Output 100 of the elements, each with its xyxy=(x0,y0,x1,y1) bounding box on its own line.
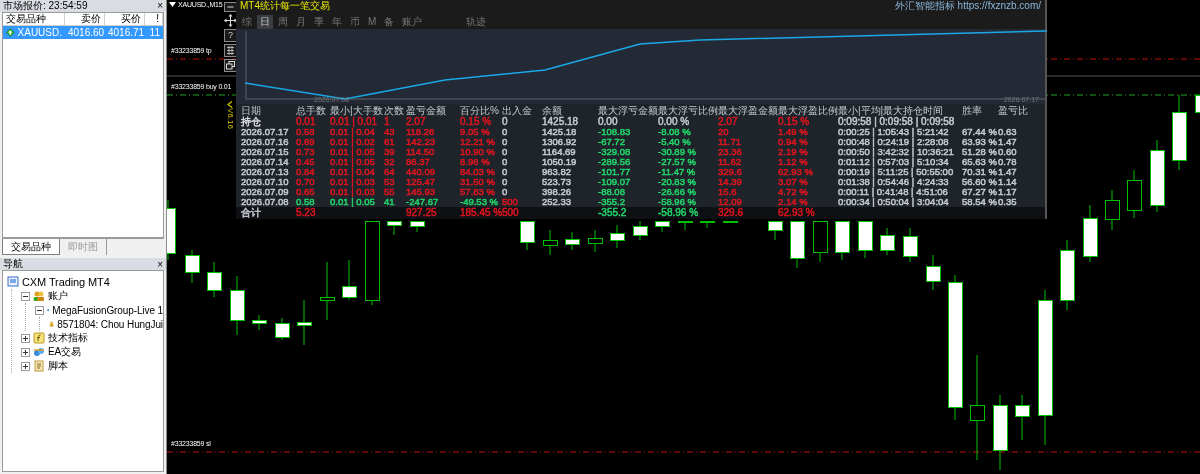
column-header: 胜率 xyxy=(962,105,983,117)
table-cell-text: -20.83 % xyxy=(658,177,698,187)
version-label: V6.16 xyxy=(226,108,235,129)
column-header: 盈亏金额 xyxy=(406,105,447,117)
table-cell-text: 2026.07.16 xyxy=(241,137,290,147)
table-cell-text: 0 xyxy=(502,177,509,187)
table-cell-text: -355.2 xyxy=(598,197,626,207)
table-cell-text: 927.25 xyxy=(406,207,438,219)
candlestick xyxy=(813,220,828,263)
collapse-chevron-icon[interactable] xyxy=(227,101,233,108)
column-header: 次数 xyxy=(384,105,405,117)
period-tab[interactable]: 日 xyxy=(257,15,273,29)
table-cell-text: 2026.07.15 xyxy=(241,147,290,157)
period-tab[interactable]: 周 xyxy=(275,15,291,29)
period-tab[interactable]: 年 xyxy=(329,15,345,29)
candlestick xyxy=(1195,95,1200,113)
period-tab[interactable]: 轨迹 xyxy=(463,15,490,29)
candlestick xyxy=(655,220,670,233)
table-cell-text: 0:00:25 | 1:05:43 | 5:21:42 xyxy=(838,127,950,137)
table-cell-text: 0.65 xyxy=(296,187,316,197)
table-cell-text: -88.08 xyxy=(598,187,626,197)
tree-item[interactable]: EA交易 xyxy=(48,345,81,359)
tree-item[interactable]: 账户 xyxy=(48,289,68,303)
period-tab[interactable]: 备 xyxy=(381,15,398,29)
period-tab[interactable]: 账户 xyxy=(399,15,426,29)
candlestick xyxy=(167,199,176,261)
table-cell-text: 1306.92 xyxy=(542,137,578,147)
table-cell-text: 1425.18 xyxy=(542,117,580,127)
grid-icon[interactable] xyxy=(224,44,237,57)
table-cell-text: 329.6 xyxy=(718,167,743,177)
column-header: 最大浮亏比例 xyxy=(658,105,718,117)
table-cell-text: -11.47 % xyxy=(658,167,697,177)
panel-title: 导航 xyxy=(3,257,23,271)
candlestick xyxy=(588,229,603,253)
panel-tab[interactable]: 交易品种 xyxy=(2,239,60,255)
restore-icon[interactable] xyxy=(224,59,237,72)
table-cell-text: 0 xyxy=(502,157,509,167)
table-cell-text: 0:01:12 | 0:57:03 | 5:10:34 xyxy=(838,157,950,167)
period-tab[interactable]: M xyxy=(365,15,380,29)
collapse-toggle[interactable] xyxy=(35,305,44,315)
candlestick xyxy=(207,261,222,298)
table-cell-text: 1.47 xyxy=(998,167,1018,177)
table-cell-text: 9.05 % xyxy=(460,127,491,137)
candlestick xyxy=(1105,189,1120,231)
candlestick xyxy=(1127,169,1142,219)
tree-item[interactable]: 8571804: Chou HungJui xyxy=(57,318,163,330)
panel-title: MT4统计每一笔交易 xyxy=(240,0,330,13)
table-cell-text: 0:00:34 | 0:50:04 | 3:04:04 xyxy=(838,197,950,207)
table-cell-text: 0.15 % xyxy=(460,117,493,127)
table-cell-text: 0.01 xyxy=(296,117,317,127)
minimize-icon[interactable] xyxy=(224,2,237,12)
table-cell-text: -108.83 xyxy=(598,127,632,137)
table-cell-text: 2.07 xyxy=(718,117,739,127)
table-cell-text: 0.78 xyxy=(998,157,1018,167)
table-cell-text: 4.72 % xyxy=(778,187,809,197)
table-cell-text: 2.07 xyxy=(406,117,427,127)
table-cell: 58.54 % xyxy=(962,197,998,207)
table-cell-text: 1.17 xyxy=(998,187,1018,197)
table-cell-text: 2026.07.08 xyxy=(241,197,290,207)
expand-toggle[interactable] xyxy=(21,347,30,357)
table-cell-text: 1.47 xyxy=(998,137,1018,147)
close-button[interactable]: × xyxy=(157,1,163,11)
tree-item[interactable]: 技术指标 xyxy=(48,331,88,345)
expand-toggle[interactable] xyxy=(21,333,30,343)
period-tab[interactable]: 币 xyxy=(347,15,363,29)
close-button[interactable]: × xyxy=(157,258,163,270)
table-cell-text: 142.23 xyxy=(406,137,437,147)
tree-item[interactable]: CXM Trading MT4 xyxy=(22,276,110,288)
table-cell-text: 0.01 | 0.03 xyxy=(330,177,376,187)
table-cell-text: 500 xyxy=(502,207,520,219)
candlestick xyxy=(275,317,290,341)
period-tab[interactable]: 综 xyxy=(239,15,255,29)
table-cell-text: 5.23 xyxy=(296,207,317,219)
table-cell-text: 0.01 | 0.05 xyxy=(330,157,376,167)
table-cell-text: 43 xyxy=(384,127,396,137)
tree-item[interactable]: 脚本 xyxy=(48,359,68,373)
candlestick xyxy=(297,299,312,346)
column-header: 盈亏比 xyxy=(998,105,1029,117)
tree-item[interactable]: MegaFusionGroup-Live 1 xyxy=(52,304,163,316)
table-cell-text: 2.19 % xyxy=(778,147,809,157)
table-cell-text: -49.53 % xyxy=(460,197,500,207)
candlestick xyxy=(410,220,425,233)
website-link[interactable]: 外汇智能指标 https://fxznzb.com/ xyxy=(894,0,1041,13)
table-cell-text: 0.73 xyxy=(296,147,316,157)
candlestick xyxy=(1015,394,1030,441)
table-cell-text: 0.35 xyxy=(998,197,1018,207)
table-cell-text: 0.01 | 0.02 xyxy=(330,137,376,147)
expand-toggle[interactable] xyxy=(21,361,30,371)
candlestick xyxy=(678,220,693,231)
table-cell-text: 23.36 xyxy=(718,147,743,157)
period-tab[interactable]: 月 xyxy=(293,15,309,29)
table-cell-text: -8.08 % xyxy=(658,127,692,137)
table-cell: 67.27 % xyxy=(962,187,998,197)
collapse-toggle[interactable] xyxy=(21,291,30,301)
move-icon[interactable] xyxy=(224,14,237,27)
period-tab[interactable]: 季 xyxy=(311,15,327,29)
person-icon xyxy=(49,318,55,330)
column-header: 日期 xyxy=(241,105,262,117)
table-cell-text: 329.6 xyxy=(718,207,745,219)
table-cell-text: 12.21 % xyxy=(460,137,496,147)
